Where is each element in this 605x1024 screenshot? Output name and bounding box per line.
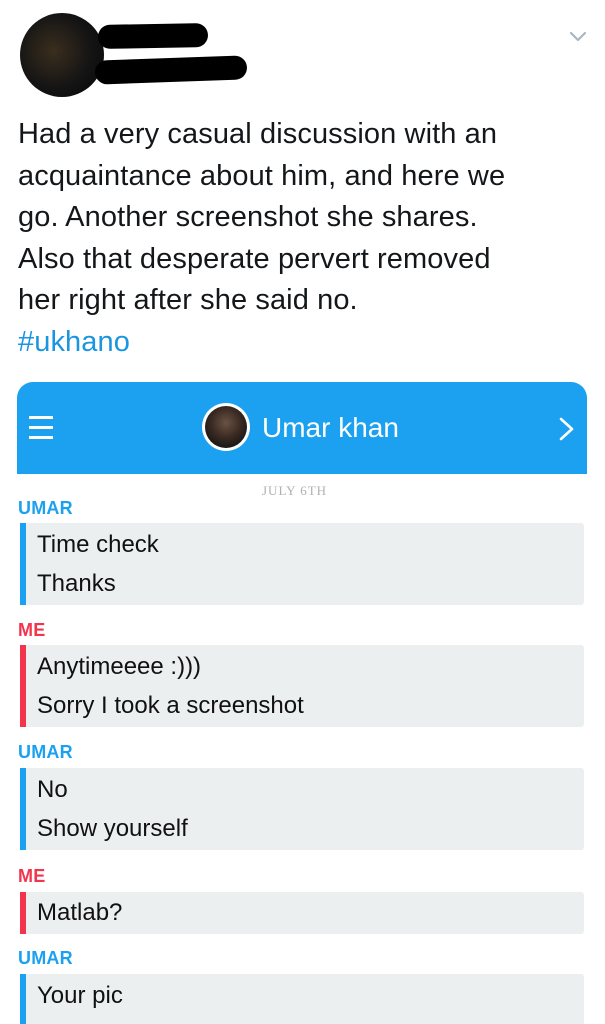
tweet-text-line: her right after she said no.	[18, 284, 358, 316]
contact-avatar[interactable]	[202, 403, 250, 451]
chevron-down-icon[interactable]	[566, 24, 590, 48]
sender-color-bar	[20, 892, 26, 934]
attached-screenshot[interactable]: Umar khan JULY 6TH UMAR Time check Thank…	[17, 382, 587, 1024]
tweet-page: Had a very casual discussion with an acq…	[0, 0, 605, 1024]
sender-label: ME	[18, 620, 46, 640]
sender-color-bar	[20, 768, 26, 850]
chat-header: Umar khan	[17, 382, 587, 474]
message-text: Thanks	[37, 570, 116, 597]
message-text: Time check	[37, 531, 159, 558]
tweet-body: Had a very casual discussion with an acq…	[18, 114, 588, 363]
message-group: Time check Thanks	[20, 523, 584, 605]
sender-color-bar	[20, 645, 26, 727]
hamburger-menu-icon[interactable]	[29, 416, 53, 442]
message-text: No	[37, 776, 68, 803]
message-group: No Show yourself	[20, 768, 584, 850]
message-group: Matlab?	[20, 892, 584, 934]
redacted-display-name	[97, 23, 209, 49]
redacted-username	[94, 55, 248, 85]
message-group: Anytimeeee :))) Sorry I took a screensho…	[20, 645, 584, 727]
contact-name: Umar khan	[262, 412, 399, 443]
tweet-header	[0, 0, 605, 105]
message-text: Matlab?	[37, 899, 123, 926]
message-text: Anytimeeee :)))	[37, 653, 202, 680]
tweet-text-line: go. Another screenshot she shares.	[18, 201, 478, 233]
message-group: Your pic	[20, 974, 584, 1024]
sender-color-bar	[20, 974, 26, 1024]
sender-label: ME	[18, 866, 46, 886]
hashtag-link[interactable]: #ukhano	[18, 322, 588, 364]
tweet-text-line: Had a very casual discussion with an	[18, 118, 498, 150]
sender-label: UMAR	[18, 948, 73, 968]
user-avatar[interactable]	[20, 13, 104, 97]
sender-color-bar	[20, 523, 26, 605]
message-text: Your pic	[37, 982, 123, 1009]
message-text: Show yourself	[37, 815, 188, 842]
chevron-right-icon[interactable]	[555, 414, 579, 444]
date-separator: JULY 6TH	[262, 483, 328, 498]
sender-label: UMAR	[18, 742, 73, 762]
tweet-text-line: acquaintance about him, and here we	[18, 159, 506, 192]
message-text: Sorry I took a screenshot	[37, 692, 304, 719]
tweet-text-line: Also that desperate pervert removed	[18, 242, 491, 275]
sender-label: UMAR	[18, 498, 73, 518]
